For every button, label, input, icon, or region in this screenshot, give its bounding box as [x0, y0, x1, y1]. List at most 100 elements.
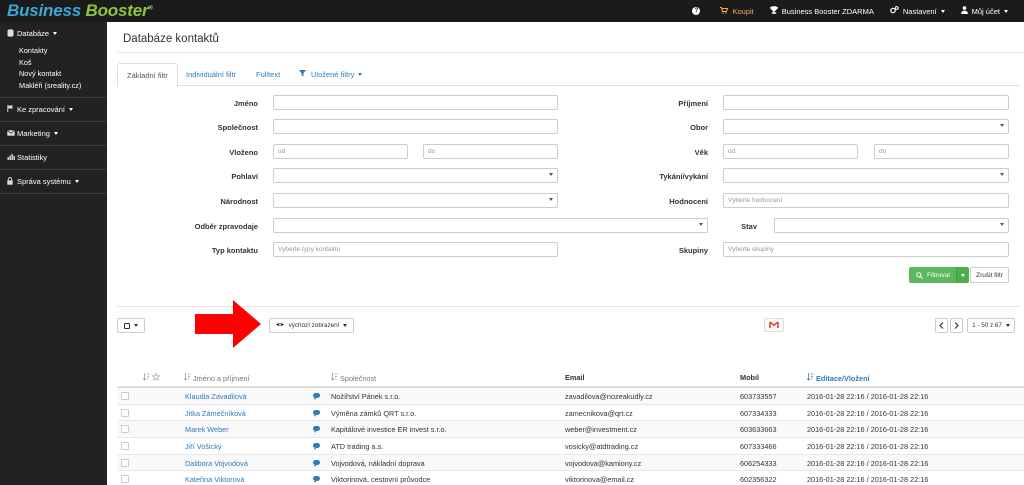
obor-select[interactable] — [723, 119, 1009, 134]
spolecnost-label: Společnost — [217, 123, 258, 132]
sort-icon — [330, 373, 338, 381]
stav-select[interactable] — [774, 218, 1009, 233]
vek-to-input[interactable]: do — [874, 144, 1009, 159]
filter-options-dropdown[interactable] — [956, 267, 969, 283]
edited-cell: 2016-01-28 22:16 / 2016-01-28 22:16 — [807, 458, 929, 468]
vlozeno-from-input[interactable]: od — [273, 144, 408, 159]
prev-page-button[interactable] — [935, 318, 948, 333]
placeholder-text: Vyberte skupiny — [728, 246, 775, 253]
sidebar-item-novy-kontakt[interactable]: Nový kontakt — [19, 68, 107, 80]
pager-info: 1 - 50 z 67 — [972, 322, 1002, 329]
table-row: Dalibora Vojvodová Vojvodová, nákladní d… — [117, 454, 1024, 472]
column-header-mobile: Mobil — [740, 373, 760, 382]
checkbox-icon — [124, 322, 130, 329]
flag-icon — [7, 105, 17, 114]
gmail-button[interactable] — [764, 318, 784, 332]
sidebar-item-databaze[interactable]: Databáze — [0, 22, 107, 45]
sidebar-item-sprava-systemu[interactable]: Správa systému — [0, 170, 107, 193]
free-version-link[interactable]: Business Booster ZDARMA — [769, 6, 874, 16]
spolecnost-input[interactable] — [273, 119, 558, 134]
tab-fulltext[interactable]: Fulltext — [247, 63, 289, 86]
jmeno-input[interactable] — [273, 95, 558, 110]
comment-icon[interactable] — [313, 443, 320, 451]
mobile-cell: 607333466 — [740, 442, 777, 452]
view-mode-dropdown[interactable]: výchozí zobrazení — [269, 318, 354, 333]
row-checkbox[interactable] — [121, 392, 129, 400]
sort-name-column[interactable]: Jméno a příjmení — [183, 373, 249, 383]
bar-chart-icon — [7, 153, 17, 162]
comment-icon[interactable] — [313, 459, 320, 467]
contact-name-link[interactable]: Jitka Zámečníková — [185, 409, 246, 418]
mobile-cell: 606254333 — [740, 458, 777, 468]
narodnost-select[interactable] — [273, 193, 558, 208]
sort-edited-column[interactable]: Editace/Vložení — [806, 373, 870, 383]
logo-text-booster: Booster — [85, 1, 149, 20]
reset-filter-button[interactable]: Zrušit filtr — [970, 267, 1009, 283]
company-cell: Vojvodová, nákladní doprava — [331, 458, 425, 468]
help-button[interactable]: ? — [692, 7, 704, 15]
bulk-select-dropdown[interactable] — [117, 318, 145, 333]
comment-icon[interactable] — [313, 426, 320, 434]
settings-menu[interactable]: Nastavení — [890, 6, 945, 16]
sort-company-column[interactable]: Společnost — [330, 373, 376, 383]
sidebar-item-ke-zpracovani[interactable]: Ke zpracování — [0, 98, 107, 121]
tykani-select[interactable] — [723, 168, 1009, 183]
eye-icon — [275, 322, 284, 329]
row-checkbox[interactable] — [121, 442, 129, 451]
vlozeno-to-input[interactable]: do — [423, 144, 558, 159]
contact-name-link[interactable]: Jiří Vošický — [185, 442, 222, 451]
mobile-cell: 607334333 — [740, 408, 777, 418]
hodnoceni-input[interactable]: Vyberte hodnocení — [723, 193, 1009, 208]
comment-icon[interactable] — [313, 476, 320, 484]
mobile-cell: 602356322 — [740, 475, 777, 485]
row-checkbox[interactable] — [121, 475, 129, 484]
buy-label: Koupit — [732, 6, 754, 16]
prijmeni-input[interactable] — [723, 95, 1009, 110]
skupiny-input[interactable]: Vyberte skupiny — [723, 242, 1009, 257]
sidebar-item-label: Databáze — [17, 29, 50, 38]
row-checkbox[interactable] — [121, 408, 129, 417]
sidebar-item-kos[interactable]: Koš — [19, 57, 107, 69]
app-logo[interactable]: Business Booster® — [7, 1, 153, 21]
gmail-icon — [769, 321, 779, 328]
envelope-icon — [7, 129, 17, 138]
chevron-left-icon — [939, 322, 944, 329]
vek-from-input[interactable]: od — [723, 144, 858, 159]
tab-saved-filters[interactable]: Uložené filtry — [290, 63, 371, 86]
sidebar-item-makleri[interactable]: Makléři (sreality.cz) — [19, 80, 107, 92]
sort-rating-column[interactable] — [142, 372, 161, 383]
tab-basic-filter[interactable]: Základní filtr — [117, 63, 178, 87]
comment-icon[interactable] — [313, 409, 320, 417]
account-menu[interactable]: Můj účet — [960, 6, 1008, 16]
typ-kontaktu-input[interactable]: Vyberte typy kontaktu — [273, 242, 558, 257]
table-header: Jméno a příjmení Společnost Email Mobil … — [117, 366, 1024, 388]
tab-individual-filter[interactable]: Individuální filtr — [177, 63, 245, 86]
cart-icon — [720, 6, 729, 16]
row-checkbox[interactable] — [121, 458, 129, 467]
comment-icon[interactable] — [313, 393, 320, 400]
row-checkbox[interactable] — [121, 425, 129, 434]
contact-name-link[interactable]: Klaudia Zavadilová — [185, 392, 247, 401]
sort-icon — [806, 373, 814, 381]
main-content: Databáze kontaktů Základní filtr Individ… — [107, 22, 1024, 485]
search-icon — [916, 271, 923, 279]
email-cell: vojvodova@kamiony.cz — [565, 458, 642, 468]
sidebar-item-statistiky[interactable]: Statistiky — [0, 146, 107, 169]
chevron-down-icon — [343, 324, 348, 327]
page-size-dropdown[interactable]: 1 - 50 z 67 — [967, 318, 1015, 333]
chevron-down-icon — [68, 108, 73, 111]
filter-button[interactable]: Filtrovat — [909, 267, 956, 283]
tab-label: Uložené filtry — [311, 70, 355, 79]
pohlavi-select[interactable] — [273, 168, 558, 183]
next-page-button[interactable] — [950, 318, 963, 333]
odber-select[interactable] — [273, 218, 708, 233]
contact-name-link[interactable]: Kateřina Viktorová — [185, 475, 245, 484]
chevron-right-icon — [954, 322, 959, 329]
contact-name-link[interactable]: Marek Weber — [185, 425, 229, 434]
sidebar-item-marketing[interactable]: Marketing — [0, 122, 107, 145]
company-cell: Kapitálové investice ER invest s.r.o. — [331, 425, 447, 435]
sidebar-item-kontakty[interactable]: Kontakty — [19, 45, 107, 57]
table-row: Jiří Vošický ATD trading a.s. vosicky@at… — [117, 438, 1024, 455]
buy-link[interactable]: Koupit — [720, 6, 754, 16]
contact-name-link[interactable]: Dalibora Vojvodová — [185, 459, 248, 468]
